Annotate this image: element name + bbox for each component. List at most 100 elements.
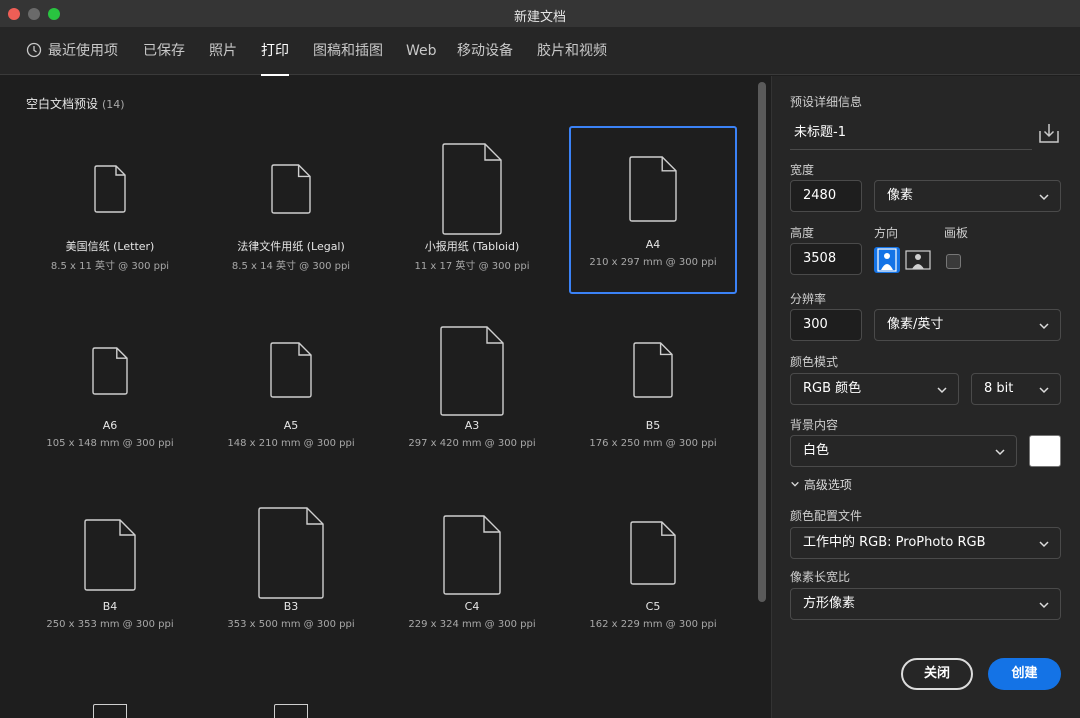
background-label: 背景内容 xyxy=(790,418,839,432)
background-select[interactable]: 白色 xyxy=(790,435,1017,467)
preset-name: 小报用纸 (Tabloid) xyxy=(424,240,520,253)
preset-card[interactable]: A6 105 x 148 mm @ 300 ppi xyxy=(26,307,194,475)
tab-film-video[interactable]: 胶片和视频 xyxy=(537,28,607,75)
chevron-down-icon xyxy=(1039,323,1049,330)
document-page-icon xyxy=(274,704,308,718)
tab-saved[interactable]: 已保存 xyxy=(143,28,185,75)
preset-size: 8.5 x 11 英寸 @ 300 ppi xyxy=(50,261,170,272)
color-mode-select[interactable]: RGB 颜色 xyxy=(790,373,959,405)
preset-card[interactable]: A5 148 x 210 mm @ 300 ppi xyxy=(207,307,375,475)
advanced-options-toggle[interactable]: 高级选项 xyxy=(790,476,852,493)
tab-art-illustration[interactable]: 图稿和插图 xyxy=(313,28,383,75)
document-page-icon xyxy=(440,326,504,416)
document-page-icon xyxy=(258,507,324,599)
preset-card[interactable]: 美国信纸 (Letter) 8.5 x 11 英寸 @ 300 ppi xyxy=(26,126,194,294)
document-page-icon xyxy=(94,165,126,213)
document-name-input[interactable]: 未标题-1 xyxy=(790,120,1032,150)
preset-card[interactable]: C4 229 x 324 mm @ 300 ppi xyxy=(388,488,556,656)
bit-depth-select[interactable]: 8 bit xyxy=(971,373,1061,405)
artboard-label: 画板 xyxy=(944,226,969,240)
preset-card[interactable]: B4 250 x 353 mm @ 300 ppi xyxy=(26,488,194,656)
preset-name: A3 xyxy=(464,419,480,432)
chevron-down-icon xyxy=(937,387,947,394)
window-title: 新建文档 xyxy=(513,10,566,25)
color-profile-select[interactable]: 工作中的 RGB: ProPhoto RGB xyxy=(790,527,1061,559)
preset-section-title: 空白文档预设 (14) xyxy=(26,95,125,112)
preset-size: 353 x 500 mm @ 300 ppi xyxy=(227,619,355,630)
resolution-label: 分辨率 xyxy=(790,292,827,306)
resolution-input[interactable]: 300 xyxy=(790,309,862,341)
preset-name: C4 xyxy=(464,600,480,613)
preset-size: 210 x 297 mm @ 300 ppi xyxy=(589,257,717,268)
section-title-text: 空白文档预设 xyxy=(26,97,99,111)
artboard-checkbox[interactable] xyxy=(946,254,961,269)
title-bar: 新建文档 xyxy=(0,0,1080,28)
color-profile-value: 工作中的 RGB: ProPhoto RGB xyxy=(803,535,986,550)
preset-size: 297 x 420 mm @ 300 ppi xyxy=(408,438,536,449)
close-button[interactable]: 关闭 xyxy=(901,658,973,690)
width-input[interactable]: 2480 xyxy=(790,180,862,212)
preset-name: A4 xyxy=(645,238,661,251)
preset-card[interactable]: C5 162 x 229 mm @ 300 ppi xyxy=(569,488,737,656)
document-page-icon xyxy=(630,521,676,585)
chevron-down-icon xyxy=(995,449,1005,456)
chevron-down-icon xyxy=(1039,194,1049,201)
tab-recent[interactable]: 最近使用项 xyxy=(26,28,118,75)
preset-name: 法律文件用纸 (Legal) xyxy=(237,240,345,253)
background-value: 白色 xyxy=(803,443,830,458)
landscape-orientation-icon[interactable] xyxy=(905,247,931,273)
advanced-options-label: 高级选项 xyxy=(803,478,852,492)
preset-name: 美国信纸 (Letter) xyxy=(65,240,155,253)
preset-size: 176 x 250 mm @ 300 ppi xyxy=(589,438,717,449)
preset-card[interactable]: B5 176 x 250 mm @ 300 ppi xyxy=(569,307,737,475)
preset-size: 105 x 148 mm @ 300 ppi xyxy=(46,438,174,449)
tab-photo[interactable]: 照片 xyxy=(209,28,237,75)
preset-size: 148 x 210 mm @ 300 ppi xyxy=(227,438,355,449)
orientation-label: 方向 xyxy=(874,226,899,240)
preset-size: 229 x 324 mm @ 300 ppi xyxy=(408,619,536,630)
preset-name: C5 xyxy=(645,600,661,613)
pixel-aspect-select[interactable]: 方形像素 xyxy=(790,588,1061,620)
background-color-swatch[interactable] xyxy=(1029,435,1061,467)
document-page-icon xyxy=(629,156,677,222)
bit-depth-value: 8 bit xyxy=(984,381,1014,396)
tab-print[interactable]: 打印 xyxy=(261,28,289,76)
chevron-down-icon xyxy=(1039,602,1049,609)
document-page-icon xyxy=(93,704,127,718)
tab-web[interactable]: Web xyxy=(406,28,437,75)
preset-count: (14) xyxy=(102,98,125,111)
height-input[interactable]: 3508 xyxy=(790,243,862,275)
preset-scrollbar[interactable] xyxy=(758,82,766,602)
document-page-icon xyxy=(84,519,136,591)
preset-card[interactable]: B3 353 x 500 mm @ 300 ppi xyxy=(207,488,375,656)
details-header: 预设详细信息 xyxy=(790,95,863,109)
portrait-orientation-icon[interactable] xyxy=(874,247,900,273)
width-unit-select[interactable]: 像素 xyxy=(874,180,1061,212)
preset-card[interactable]: 法律文件用纸 (Legal) 8.5 x 14 英寸 @ 300 ppi xyxy=(207,126,375,294)
pixel-aspect-value: 方形像素 xyxy=(803,596,856,611)
color-mode-label: 颜色模式 xyxy=(790,355,839,369)
preset-size: 250 x 353 mm @ 300 ppi xyxy=(46,619,174,630)
resolution-unit-value: 像素/英寸 xyxy=(887,317,944,332)
preset-name: A5 xyxy=(283,419,299,432)
color-mode-value: RGB 颜色 xyxy=(803,381,862,396)
preset-card[interactable]: A3 297 x 420 mm @ 300 ppi xyxy=(388,307,556,475)
chevron-down-icon xyxy=(1039,387,1049,394)
resolution-unit-select[interactable]: 像素/英寸 xyxy=(874,309,1061,341)
tab-mobile[interactable]: 移动设备 xyxy=(457,28,513,75)
clock-icon xyxy=(26,42,42,58)
create-button[interactable]: 创建 xyxy=(988,658,1061,690)
preset-name: B3 xyxy=(283,600,299,613)
preset-name: B4 xyxy=(102,600,118,613)
preset-gallery: 空白文档预设 (14) 美国信纸 (Letter) 8.5 x 11 英寸 @ 30… xyxy=(0,76,770,718)
preset-card[interactable]: 小报用纸 (Tabloid) 11 x 17 英寸 @ 300 ppi xyxy=(388,126,556,294)
width-unit-value: 像素 xyxy=(887,188,914,203)
preset-size: 8.5 x 14 英寸 @ 300 ppi xyxy=(231,261,351,272)
category-tabs: 最近使用项 已保存 照片 打印 图稿和插图 Web 移动设备 胶片和视频 xyxy=(0,28,1080,76)
document-page-icon xyxy=(270,342,312,398)
chevron-down-icon xyxy=(1039,541,1049,548)
save-preset-icon[interactable] xyxy=(1038,122,1060,144)
document-page-icon xyxy=(442,143,502,235)
document-page-icon xyxy=(633,342,673,398)
preset-card[interactable]: A4 210 x 297 mm @ 300 ppi xyxy=(569,126,737,294)
